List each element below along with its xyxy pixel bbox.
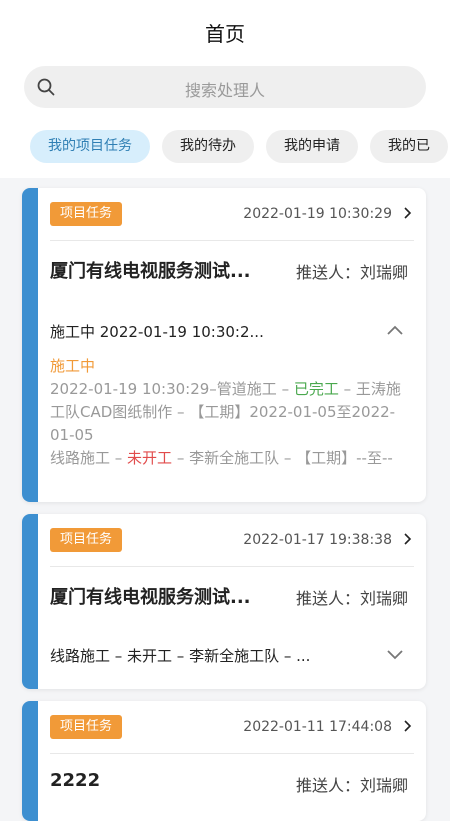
task-card[interactable]: 项目任务 2022-01-17 19:38:38 厦门有线电视服务测试... 推…: [22, 514, 426, 689]
task-time: 2022-01-19 10:30:29: [243, 206, 392, 222]
task-badge: 项目任务: [50, 715, 123, 739]
status-done: 已完工: [293, 380, 339, 398]
pusher-label: 推送人：刘瑞卿: [295, 263, 408, 282]
progress-summary: 线路施工 – 未开工 – 李新全施工队 – ...: [50, 647, 311, 665]
progress-detail: 施工中 2022-01-19 10:30:29–管道施工 – 已完工 – 王涛施…: [50, 355, 414, 470]
progress-toggle[interactable]: 线路施工 – 未开工 – 李新全施工队 – ...: [50, 631, 414, 679]
project-title: 厦门有线电视服务测试...: [50, 587, 251, 608]
project-title: 2222: [50, 770, 101, 791]
chevron-right-icon[interactable]: [402, 717, 414, 735]
card-accent-bar: [22, 514, 38, 689]
task-time: 2022-01-11 17:44:08: [243, 719, 392, 735]
card-accent-bar: [22, 188, 38, 502]
task-card[interactable]: 项目任务 2022-01-19 10:30:29 厦门有线电视服务测试... 推…: [22, 188, 426, 502]
chevron-right-icon[interactable]: [402, 530, 414, 548]
top-bar: 首页 搜索处理人 我的项目任务 我的待办 我的申请 我的已: [0, 0, 450, 178]
tab-my-applications[interactable]: 我的申请: [266, 130, 358, 163]
chevron-right-icon[interactable]: [402, 204, 414, 222]
status-not-started: 未开工: [127, 449, 173, 467]
tab-my-todo[interactable]: 我的待办: [162, 130, 254, 163]
chevron-up-icon[interactable]: [386, 324, 404, 336]
tab-my-done[interactable]: 我的已: [370, 130, 448, 163]
task-badge: 项目任务: [50, 528, 123, 552]
search-input[interactable]: 搜索处理人: [24, 66, 426, 108]
status-text: 施工中: [50, 357, 96, 375]
detail-line: 2022-01-19 10:30:29–管道施工 – 已完工 – 王涛施工队CA…: [50, 380, 401, 444]
tab-my-project-tasks[interactable]: 我的项目任务: [30, 130, 150, 163]
tab-bar: 我的项目任务 我的待办 我的申请 我的已: [30, 130, 450, 163]
card-accent-bar: [22, 701, 38, 821]
search-placeholder: 搜索处理人: [184, 81, 265, 100]
task-card[interactable]: 项目任务 2022-01-11 17:44:08 2222 推送人：刘瑞卿: [22, 701, 426, 821]
page-title: 首页: [205, 22, 245, 46]
pusher-label: 推送人：刘瑞卿: [295, 589, 408, 608]
detail-line: 线路施工 – 未开工 – 李新全施工队 – 【工期】--至--: [50, 449, 393, 467]
task-badge: 项目任务: [50, 202, 123, 226]
pusher-label: 推送人：刘瑞卿: [295, 776, 408, 795]
chevron-down-icon[interactable]: [386, 648, 404, 660]
project-title: 厦门有线电视服务测试...: [50, 261, 251, 282]
progress-summary: 施工中 2022-01-19 10:30:2...: [50, 323, 264, 341]
task-time: 2022-01-17 19:38:38: [243, 532, 392, 548]
progress-toggle[interactable]: 施工中 2022-01-19 10:30:2...: [50, 307, 414, 355]
